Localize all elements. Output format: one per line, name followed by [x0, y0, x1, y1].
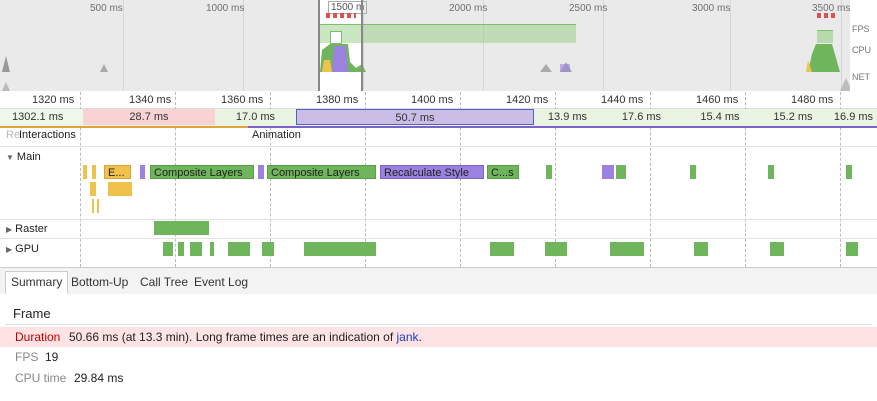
evaluate-script-block[interactable]: E... [104, 165, 131, 179]
gpu-track-label: GPU [15, 243, 39, 255]
tab-summary[interactable]: Summary [5, 271, 69, 294]
task-block[interactable] [846, 165, 852, 179]
jank-link[interactable]: jank [397, 330, 419, 344]
task-block[interactable] [258, 165, 264, 179]
gpu-task[interactable] [545, 242, 567, 256]
fps-value: 19 [45, 350, 59, 364]
ruler-label: 1320 ms [32, 94, 75, 106]
frame[interactable]: 28.7 ms [83, 109, 215, 125]
task-block[interactable] [768, 165, 774, 179]
triangle-down-icon[interactable]: ▼ [6, 153, 14, 162]
raster-task[interactable] [154, 221, 209, 235]
ruler-label: 1420 ms [506, 94, 549, 106]
cpu-lane-label: CPU [852, 45, 872, 55]
gpu-task[interactable] [490, 242, 514, 256]
gpu-task[interactable] [178, 242, 184, 256]
frames-track: 1302.1 ms 28.7 ms 17.0 ms 50.7 ms 13.9 m… [0, 109, 877, 126]
task-block[interactable] [83, 165, 87, 179]
sub-task-block[interactable] [97, 199, 99, 213]
gpu-task[interactable] [262, 242, 274, 256]
task-block[interactable] [690, 165, 696, 179]
cpu-time-key: CPU time [15, 371, 67, 385]
gpu-task[interactable] [190, 242, 202, 256]
sub-task-block[interactable] [90, 182, 96, 196]
net-chart [2, 78, 850, 91]
recalculate-style-block[interactable]: Recalculate Style [380, 165, 484, 179]
triangle-right-icon[interactable]: ▶ [6, 225, 12, 234]
fps-key: FPS [15, 350, 39, 364]
ruler-label: 1400 ms [411, 94, 454, 106]
sub-task-block[interactable] [108, 182, 132, 196]
frame[interactable]: 13.9 ms [536, 109, 599, 125]
selection-left-handle[interactable] [318, 0, 320, 91]
gpu-task[interactable] [694, 242, 708, 256]
summary-panel: Frame Duration 50.66 ms (at 13.3 min). L… [0, 294, 877, 401]
interaction-prefix: Re [6, 129, 21, 141]
ruler-label: 1360 ms [221, 94, 264, 106]
gpu-task[interactable] [228, 242, 250, 256]
task-block[interactable] [616, 165, 626, 179]
main-track-header[interactable]: ▼ Main [6, 151, 41, 163]
long-frame-marker [817, 13, 835, 18]
long-frame-marker [326, 13, 356, 18]
composite-layers-block[interactable]: Composite Layers [267, 165, 376, 179]
ruler-label: 1380 ms [316, 94, 359, 106]
summary-title: Frame [13, 306, 51, 321]
duration-value: 50.66 ms (at 13.3 min). Long frame times… [69, 330, 422, 344]
gpu-track-header[interactable]: ▶ GPU [6, 243, 39, 255]
fps-row: FPS 19 [0, 347, 877, 367]
frame[interactable]: 16.9 ms [830, 109, 877, 125]
duration-row: Duration 50.66 ms (at 13.3 min). Long fr… [0, 327, 877, 347]
duration-key: Duration [15, 330, 61, 344]
frame[interactable]: 1302.1 ms [0, 109, 83, 125]
task-block[interactable] [140, 165, 145, 179]
gpu-task[interactable] [304, 242, 376, 256]
net-lane-label: NET [852, 72, 870, 82]
timeline-overview[interactable]: 500 ms 1000 ms 1500 m 2000 ms 2500 ms 30… [0, 0, 877, 93]
cpu-time-value: 29.84 ms [74, 371, 124, 385]
tab-bottom-up[interactable]: Bottom-Up [66, 272, 133, 293]
animation-bar [248, 126, 877, 128]
animation-label[interactable]: Animation [252, 129, 301, 141]
raster-track-header[interactable]: ▶ Raster [6, 223, 48, 235]
fps-lane-label: FPS [852, 24, 870, 34]
cpu-time-row: CPU time 29.84 ms [0, 368, 877, 388]
gpu-task[interactable] [770, 242, 784, 256]
interaction-bar [0, 126, 248, 128]
fps-chart [320, 24, 576, 43]
raster-track-label: Raster [15, 223, 48, 235]
gpu-task[interactable] [210, 242, 214, 256]
gpu-task[interactable] [610, 242, 644, 256]
cpu-chart [2, 44, 840, 72]
ruler-label: 1440 ms [601, 94, 644, 106]
details-tabbar: Summary Bottom-Up Call Tree Event Log [0, 267, 877, 295]
gpu-task[interactable] [846, 242, 858, 256]
main-track-label: Main [16, 151, 41, 163]
task-block[interactable] [92, 165, 96, 179]
frame[interactable]: 17.6 ms [600, 109, 683, 125]
frame-selected[interactable]: 50.7 ms [296, 109, 534, 125]
composite-block[interactable]: C...s [487, 165, 519, 179]
tab-event-log[interactable]: Event Log [189, 272, 253, 293]
task-block[interactable] [602, 165, 614, 179]
composite-layers-block[interactable]: Composite Layers [150, 165, 254, 179]
cpu-scripting-blip [560, 64, 570, 72]
frame[interactable]: 15.4 ms [684, 109, 756, 125]
frame[interactable]: 15.2 ms [757, 109, 829, 125]
sub-task-block[interactable] [92, 199, 94, 213]
ruler-label: 1480 ms [791, 94, 834, 106]
ruler-label: 1460 ms [696, 94, 739, 106]
triangle-right-icon[interactable]: ▶ [6, 245, 12, 254]
tab-call-tree[interactable]: Call Tree [135, 272, 193, 293]
ruler-label: 1340 ms [129, 94, 172, 106]
selection-right-handle[interactable] [361, 0, 363, 91]
interactions-label: Interactions [19, 129, 76, 141]
frame[interactable]: 17.0 ms [216, 109, 295, 125]
task-block[interactable] [546, 165, 552, 179]
gpu-task[interactable] [163, 242, 173, 256]
